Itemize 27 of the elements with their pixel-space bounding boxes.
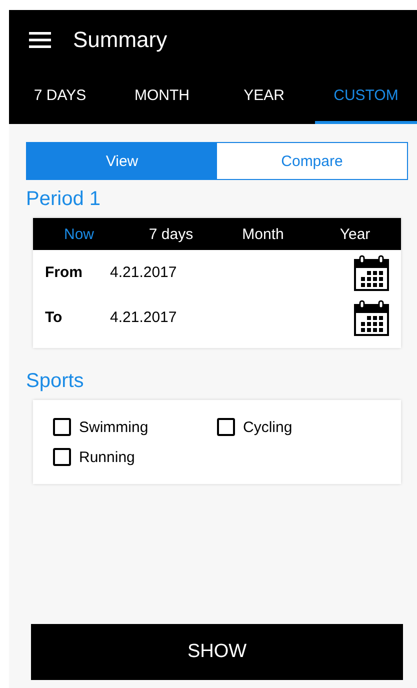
section-heading: Period 1 [26,188,102,211]
date-label: From [45,264,84,281]
segment-button[interactable]: View [27,143,217,179]
calendar-icon[interactable] [354,300,389,336]
calendar-icon[interactable] [354,254,389,290]
tab[interactable]: CUSTOM [315,70,417,124]
checkbox[interactable] [53,418,71,436]
date-label: To [45,309,64,326]
checkbox[interactable] [217,418,235,436]
range-tab[interactable]: 7 days [125,218,217,250]
sport-checkbox-label[interactable]: Swimming [53,418,217,436]
range-tab[interactable]: Year [309,218,401,250]
checkbox[interactable] [53,448,71,466]
date-value: 4.21.2017 [110,309,178,326]
range-tab[interactable]: Now [33,218,125,250]
app-title: Summary [73,27,168,53]
range-tab[interactable]: Month [217,218,309,250]
tab[interactable]: 7 DAYS [9,70,111,124]
menu-icon[interactable] [29,32,51,48]
date-value: 4.21.2017 [110,264,178,281]
tab[interactable]: MONTH [111,70,213,124]
tab[interactable]: YEAR [213,70,315,124]
show-button[interactable]: SHOW [31,624,403,680]
section-heading: Sports [26,370,85,393]
segment-button[interactable]: Compare [217,143,407,179]
sport-checkbox-label[interactable]: Running [53,448,217,466]
sport-checkbox-label[interactable]: Cycling [217,418,381,436]
